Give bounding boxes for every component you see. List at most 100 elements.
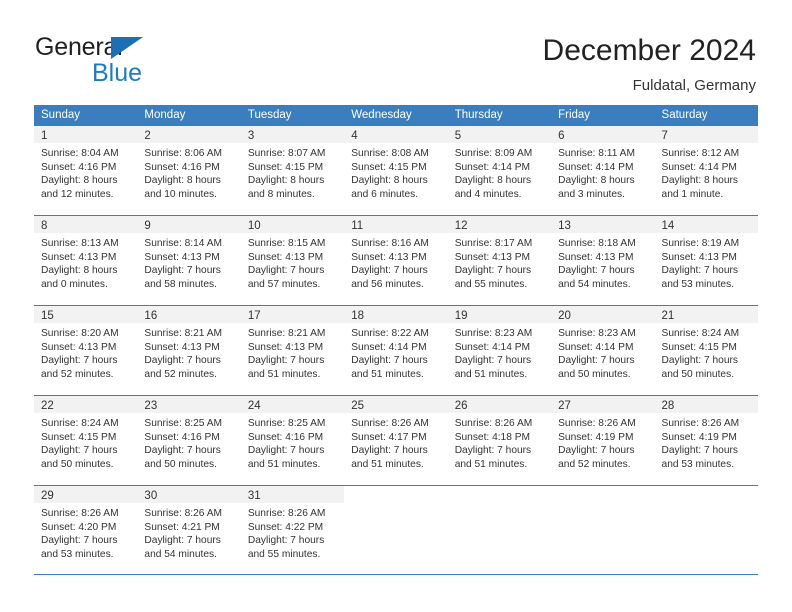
day-number: 17 [247, 310, 261, 322]
calendar-day-cell[interactable]: 8 Sunrise: 8:13 AM Sunset: 4:13 PM Dayli… [34, 216, 138, 305]
calendar-day-cell[interactable]: 27 Sunrise: 8:26 AM Sunset: 4:19 PM Dayl… [551, 396, 655, 485]
calendar-day-cell[interactable]: 25 Sunrise: 8:26 AM Sunset: 4:17 PM Dayl… [344, 396, 448, 485]
calendar-day-cell[interactable]: 11 Sunrise: 8:16 AM Sunset: 4:13 PM Dayl… [344, 216, 448, 305]
daylight-text-line1: Daylight: 7 hours [661, 265, 738, 277]
day-details: Sunrise: 8:21 AM Sunset: 4:13 PM Dayligh… [241, 323, 344, 381]
daylight-text-line1: Daylight: 8 hours [454, 175, 532, 187]
daylight-text-line1: Daylight: 7 hours [558, 265, 635, 277]
daylight-text-line1: Daylight: 8 hours [41, 175, 118, 187]
calendar-day-cell[interactable]: 23 Sunrise: 8:25 AM Sunset: 4:16 PM Dayl… [137, 396, 241, 485]
daylight-text-line2: and 50 minutes. [41, 458, 114, 470]
sunrise-text: Sunrise: 8:26 AM [41, 508, 119, 519]
day-number: 6 [558, 130, 565, 142]
day-number: 31 [247, 490, 261, 502]
calendar-day-cell[interactable]: 22 Sunrise: 8:24 AM Sunset: 4:15 PM Dayl… [34, 396, 138, 485]
calendar-day-cell[interactable]: 10 Sunrise: 8:15 AM Sunset: 4:13 PM Dayl… [240, 216, 345, 305]
sunset-text: Sunset: 4:13 PM [454, 251, 531, 263]
day-number-band: 15 [34, 306, 138, 323]
calendar-day-cell[interactable]: 4 Sunrise: 8:08 AM Sunset: 4:15 PM Dayli… [344, 126, 448, 215]
daylight-text-line1: Daylight: 7 hours [144, 535, 221, 547]
day-number: 28 [661, 400, 675, 412]
sunrise-text: Sunrise: 8:23 AM [454, 328, 533, 339]
day-number-band: 19 [447, 306, 552, 323]
sunset-text: Sunset: 4:14 PM [454, 161, 531, 173]
calendar-day-cell[interactable]: 24 Sunrise: 8:25 AM Sunset: 4:16 PM Dayl… [240, 396, 345, 485]
calendar-week-row: 15 Sunrise: 8:20 AM Sunset: 4:13 PM Dayl… [34, 305, 758, 395]
sunrise-text: Sunrise: 8:25 AM [247, 418, 326, 429]
calendar-day-cell[interactable]: 3 Sunrise: 8:07 AM Sunset: 4:15 PM Dayli… [240, 126, 345, 215]
daylight-text-line1: Daylight: 7 hours [144, 355, 221, 367]
sunset-text: Sunset: 4:14 PM [454, 341, 531, 353]
day-number: 12 [454, 220, 468, 232]
daylight-text-line2: and 51 minutes. [351, 458, 424, 470]
calendar-day-cell[interactable]: 29 Sunrise: 8:26 AM Sunset: 4:20 PM Dayl… [34, 486, 138, 574]
day-details: Sunrise: 8:26 AM Sunset: 4:19 PM Dayligh… [551, 413, 654, 471]
calendar-day-cell[interactable]: 7 Sunrise: 8:12 AM Sunset: 4:14 PM Dayli… [654, 126, 758, 215]
sunrise-text: Sunrise: 8:17 AM [454, 238, 533, 249]
day-number-band: 20 [551, 306, 655, 323]
calendar-day-cell[interactable]: 31 Sunrise: 8:26 AM Sunset: 4:22 PM Dayl… [240, 486, 345, 574]
daylight-text-line2: and 6 minutes. [351, 188, 419, 200]
calendar-day-cell[interactable]: 26 Sunrise: 8:26 AM Sunset: 4:18 PM Dayl… [447, 396, 552, 485]
day-details: Sunrise: 8:18 AM Sunset: 4:13 PM Dayligh… [551, 233, 654, 291]
calendar-day-cell[interactable]: 13 Sunrise: 8:18 AM Sunset: 4:13 PM Dayl… [551, 216, 655, 305]
day-details: Sunrise: 8:12 AM Sunset: 4:14 PM Dayligh… [655, 143, 758, 201]
logo-triangle-icon [111, 37, 143, 59]
day-number: 3 [247, 130, 255, 142]
daylight-text-line1: Daylight: 7 hours [454, 445, 532, 457]
weekday-header-saturday: Saturday [661, 109, 708, 121]
weekday-header-monday: Monday [144, 109, 186, 121]
calendar-day-cell[interactable]: 6 Sunrise: 8:11 AM Sunset: 4:14 PM Dayli… [551, 126, 655, 215]
daylight-text-line2: and 58 minutes. [144, 278, 217, 290]
day-number-band: 24 [240, 396, 345, 413]
day-details: Sunrise: 8:21 AM Sunset: 4:13 PM Dayligh… [137, 323, 240, 381]
sunset-text: Sunset: 4:16 PM [41, 161, 117, 173]
calendar-day-cell[interactable]: 9 Sunrise: 8:14 AM Sunset: 4:13 PM Dayli… [137, 216, 241, 305]
sunset-text: Sunset: 4:18 PM [454, 431, 531, 443]
calendar-day-cell[interactable]: 17 Sunrise: 8:21 AM Sunset: 4:13 PM Dayl… [240, 306, 345, 395]
calendar-day-cell[interactable]: 30 Sunrise: 8:26 AM Sunset: 4:21 PM Dayl… [137, 486, 241, 574]
calendar-day-cell[interactable]: 19 Sunrise: 8:23 AM Sunset: 4:14 PM Dayl… [447, 306, 552, 395]
day-number: 24 [247, 400, 261, 412]
daylight-text-line2: and 53 minutes. [661, 458, 735, 470]
day-number-band: 29 [34, 486, 138, 503]
sunset-text: Sunset: 4:15 PM [41, 431, 117, 443]
calendar-day-cell[interactable]: 12 Sunrise: 8:17 AM Sunset: 4:13 PM Dayl… [447, 216, 552, 305]
calendar-day-cell[interactable]: 20 Sunrise: 8:23 AM Sunset: 4:14 PM Dayl… [551, 306, 655, 395]
day-number-band: 3 [240, 126, 345, 143]
daylight-text-line1: Daylight: 7 hours [247, 535, 325, 547]
day-number-band [551, 486, 655, 503]
calendar-day-cell[interactable]: 2 Sunrise: 8:06 AM Sunset: 4:16 PM Dayli… [137, 126, 241, 215]
calendar-day-cell[interactable]: 28 Sunrise: 8:26 AM Sunset: 4:19 PM Dayl… [654, 396, 758, 485]
sunrise-text: Sunrise: 8:18 AM [558, 238, 636, 249]
daylight-text-line2: and 56 minutes. [351, 278, 424, 290]
sunset-text: Sunset: 4:13 PM [41, 341, 117, 353]
calendar-day-cell[interactable]: 15 Sunrise: 8:20 AM Sunset: 4:13 PM Dayl… [34, 306, 138, 395]
page-title: December 2024 [542, 34, 756, 67]
daylight-text-line1: Daylight: 7 hours [454, 265, 532, 277]
day-number-band [344, 486, 448, 503]
day-details: Sunrise: 8:07 AM Sunset: 4:15 PM Dayligh… [241, 143, 344, 201]
day-number-band: 6 [551, 126, 655, 143]
day-details: Sunrise: 8:06 AM Sunset: 4:16 PM Dayligh… [137, 143, 240, 201]
sunset-text: Sunset: 4:21 PM [144, 521, 220, 533]
calendar-day-cell[interactable]: 5 Sunrise: 8:09 AM Sunset: 4:14 PM Dayli… [447, 126, 552, 215]
day-details: Sunrise: 8:15 AM Sunset: 4:13 PM Dayligh… [241, 233, 344, 291]
calendar-day-cell[interactable]: 1 Sunrise: 8:04 AM Sunset: 4:16 PM Dayli… [34, 126, 138, 215]
sunrise-text: Sunrise: 8:04 AM [41, 148, 119, 159]
calendar-day-cell[interactable]: 16 Sunrise: 8:21 AM Sunset: 4:13 PM Dayl… [137, 306, 241, 395]
daylight-text-line1: Daylight: 7 hours [247, 355, 325, 367]
sunset-text: Sunset: 4:13 PM [41, 251, 117, 263]
calendar-day-cell[interactable]: 18 Sunrise: 8:22 AM Sunset: 4:14 PM Dayl… [344, 306, 448, 395]
calendar-day-cell[interactable]: 21 Sunrise: 8:24 AM Sunset: 4:15 PM Dayl… [654, 306, 758, 395]
daylight-text-line1: Daylight: 7 hours [247, 445, 325, 457]
calendar-day-cell[interactable]: 14 Sunrise: 8:19 AM Sunset: 4:13 PM Dayl… [654, 216, 758, 305]
daylight-text-line2: and 54 minutes. [144, 548, 217, 560]
logo-text-blue: Blue [92, 59, 143, 87]
sunrise-text: Sunrise: 8:26 AM [558, 418, 636, 429]
sunrise-text: Sunrise: 8:21 AM [247, 328, 326, 339]
calendar-week-row: 29 Sunrise: 8:26 AM Sunset: 4:20 PM Dayl… [34, 485, 758, 575]
day-number-band: 30 [137, 486, 241, 503]
day-number-band: 1 [34, 126, 138, 143]
daylight-text-line2: and 12 minutes. [41, 188, 114, 200]
